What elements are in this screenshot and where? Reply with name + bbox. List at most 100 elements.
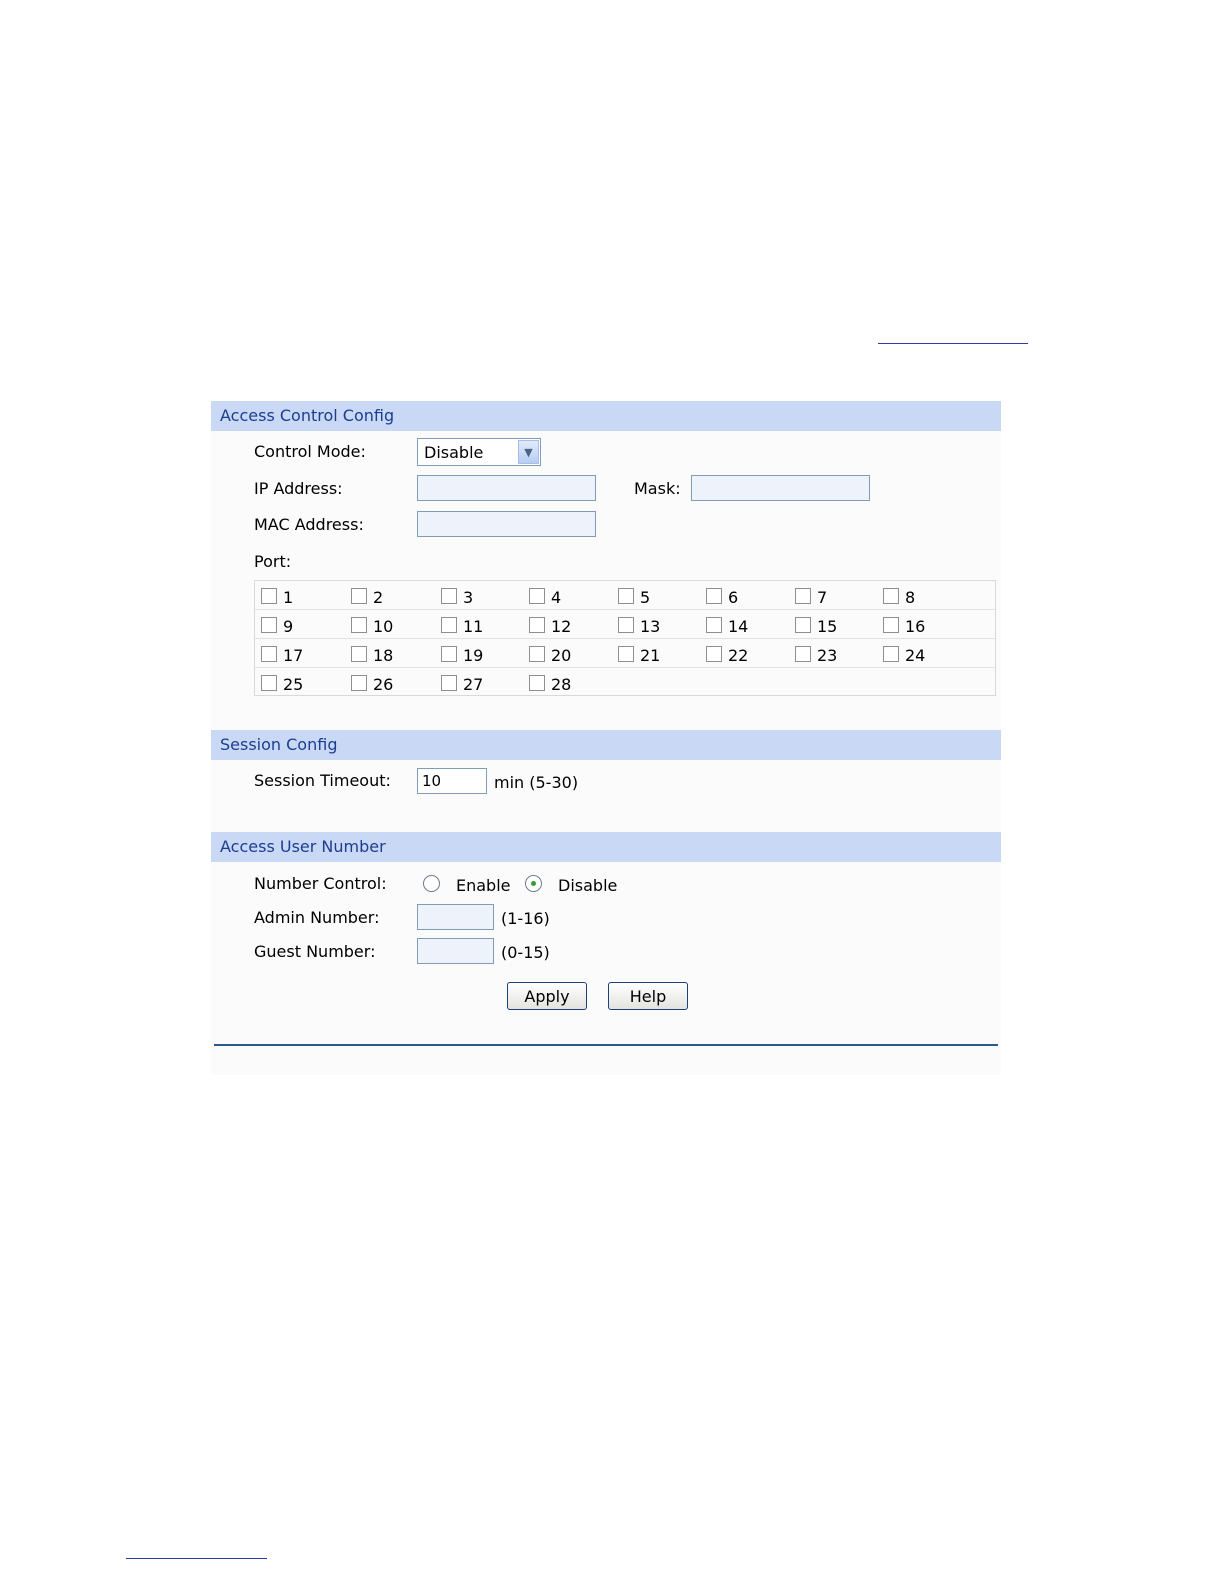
port-checkbox[interactable]	[441, 616, 457, 633]
port-checkbox[interactable]	[883, 645, 899, 662]
port-number-label: 9	[283, 616, 294, 636]
port-checkbox[interactable]	[261, 587, 277, 604]
port-checkbox[interactable]	[883, 587, 899, 604]
port-number-label: 18	[373, 645, 394, 665]
port-checkbox[interactable]	[618, 587, 634, 604]
port-checkbox[interactable]	[441, 645, 457, 662]
port-item: 14	[706, 610, 748, 639]
port-checkbox[interactable]	[261, 674, 277, 691]
help-button[interactable]: Help	[608, 982, 688, 1010]
number-control-disable-radio[interactable]	[525, 875, 542, 892]
port-row: 17 18 19 20 21 22 23 24	[255, 639, 995, 668]
mask-label: Mask:	[634, 479, 681, 498]
port-checkbox[interactable]	[529, 674, 545, 691]
port-checkbox[interactable]	[883, 616, 899, 633]
port-row: 9 10 11 12 13 14 15 16	[255, 610, 995, 639]
port-item: 12	[529, 610, 571, 639]
port-checkbox[interactable]	[441, 587, 457, 604]
apply-button[interactable]: Apply	[507, 982, 587, 1010]
admin-number-hint: (1-16)	[501, 909, 550, 928]
port-number-label: 28	[551, 674, 572, 694]
guest-number-hint: (0-15)	[501, 943, 550, 962]
control-mode-value: Disable	[424, 443, 484, 462]
port-checkbox[interactable]	[529, 587, 545, 604]
port-item: 10	[351, 610, 393, 639]
port-item: 19	[441, 639, 483, 668]
number-control-enable-radio[interactable]	[423, 875, 440, 892]
config-panel: Access Control Config Control Mode: Disa…	[211, 401, 1001, 1075]
port-item: 25	[261, 668, 303, 697]
port-item: 20	[529, 639, 571, 668]
port-checkbox[interactable]	[351, 674, 367, 691]
port-number-label: 6	[728, 587, 739, 607]
access-user-header: Access User Number	[211, 832, 1001, 862]
port-checkbox[interactable]	[795, 616, 811, 633]
session-config-header: Session Config	[211, 730, 1001, 760]
port-number-label: 15	[817, 616, 838, 636]
port-number-label: 4	[551, 587, 562, 607]
port-checkbox[interactable]	[618, 616, 634, 633]
port-number-label: 8	[905, 587, 916, 607]
session-timeout-label: Session Timeout:	[254, 771, 391, 790]
port-checkbox[interactable]	[795, 645, 811, 662]
number-control-label: Number Control:	[254, 874, 387, 893]
port-checkbox[interactable]	[706, 616, 722, 633]
admin-number-label: Admin Number:	[254, 908, 380, 927]
port-checkbox[interactable]	[261, 645, 277, 662]
port-checkbox[interactable]	[351, 645, 367, 662]
mac-address-input[interactable]	[417, 511, 596, 537]
guest-number-label: Guest Number:	[254, 942, 376, 961]
port-checkbox[interactable]	[618, 645, 634, 662]
port-checkbox[interactable]	[441, 674, 457, 691]
port-item: 1	[261, 581, 293, 610]
session-timeout-hint: min (5-30)	[494, 773, 579, 792]
port-grid: 1 2 3 4 5 6 7 8 9 10 11 12 13 14 15 16 17 18 19 20 21 22 23 24 2…	[254, 580, 996, 696]
port-checkbox[interactable]	[261, 616, 277, 633]
port-item: 2	[351, 581, 383, 610]
port-number-label: 13	[640, 616, 661, 636]
ip-address-label: IP Address:	[254, 479, 343, 498]
port-item: 21	[618, 639, 660, 668]
port-checkbox[interactable]	[795, 587, 811, 604]
port-checkbox[interactable]	[351, 587, 367, 604]
port-item: 17	[261, 639, 303, 668]
admin-number-input[interactable]	[417, 904, 494, 930]
port-number-label: 2	[373, 587, 384, 607]
port-number-label: 16	[905, 616, 926, 636]
port-item: 7	[795, 581, 827, 610]
port-number-label: 25	[283, 674, 304, 694]
port-number-label: 17	[283, 645, 304, 665]
port-item: 27	[441, 668, 483, 697]
port-item: 15	[795, 610, 837, 639]
port-checkbox[interactable]	[529, 645, 545, 662]
number-control-enable-label: Enable	[456, 876, 511, 895]
control-mode-select[interactable]: Disable ▼	[417, 438, 541, 466]
guest-number-input[interactable]	[417, 938, 494, 964]
port-item: 23	[795, 639, 837, 668]
port-row: 1 2 3 4 5 6 7 8	[255, 581, 995, 610]
session-timeout-input[interactable]	[417, 768, 487, 794]
port-checkbox[interactable]	[529, 616, 545, 633]
ip-address-input[interactable]	[417, 475, 596, 501]
port-item: 6	[706, 581, 738, 610]
port-label: Port:	[254, 552, 292, 571]
port-checkbox[interactable]	[706, 587, 722, 604]
port-item: 16	[883, 610, 925, 639]
port-checkbox[interactable]	[351, 616, 367, 633]
access-control-header: Access Control Config	[211, 401, 1001, 431]
port-item: 24	[883, 639, 925, 668]
port-number-label: 23	[817, 645, 838, 665]
port-number-label: 1	[283, 587, 294, 607]
port-item: 11	[441, 610, 483, 639]
port-number-label: 14	[728, 616, 749, 636]
port-number-label: 19	[463, 645, 484, 665]
port-number-label: 10	[373, 616, 394, 636]
port-item: 18	[351, 639, 393, 668]
port-item: 13	[618, 610, 660, 639]
port-item: 5	[618, 581, 650, 610]
port-number-label: 5	[640, 587, 651, 607]
mask-input[interactable]	[691, 475, 870, 501]
chevron-down-icon[interactable]: ▼	[518, 440, 539, 464]
port-checkbox[interactable]	[706, 645, 722, 662]
port-number-label: 24	[905, 645, 926, 665]
